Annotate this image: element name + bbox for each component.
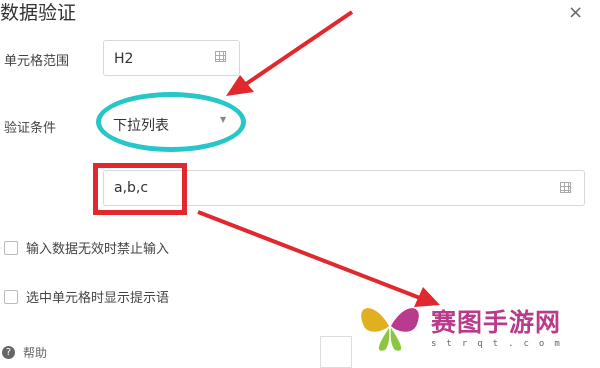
watermark-subtitle: strqt.com [431, 339, 570, 349]
watermark-logo: 赛图手游网 strqt.com [355, 296, 570, 356]
butterfly-logo-icon [361, 308, 419, 351]
arrow-to-select [226, 10, 354, 96]
watermark-title: 赛图手游网 [431, 308, 562, 337]
arrow-from-input [197, 210, 440, 307]
